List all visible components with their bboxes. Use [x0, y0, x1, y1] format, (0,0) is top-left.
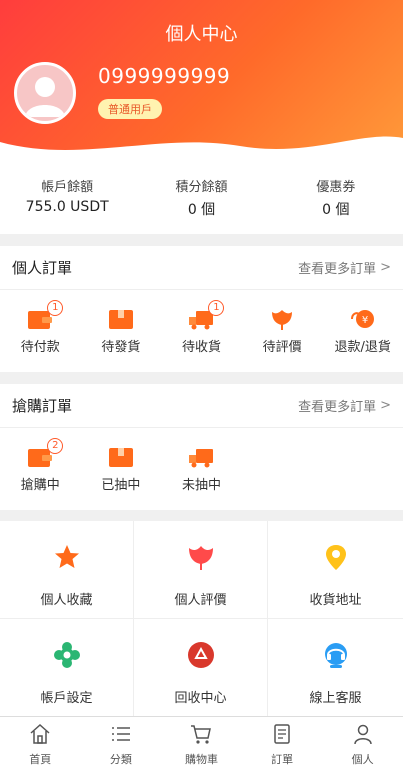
flower-icon	[188, 546, 213, 570]
orders-section: 個人訂單 查看更多訂單 > 1 待付款 待發貨 1 待收貨 待評價 ¥ 退款/退…	[0, 246, 403, 372]
rush-not-won[interactable]: 未抽中	[161, 428, 242, 510]
tab-home[interactable]: 首頁	[0, 717, 81, 771]
wallet-icon: 2	[27, 438, 64, 468]
order-pending-payment[interactable]: 1 待付款	[0, 290, 81, 372]
grid-address[interactable]: 收貨地址	[268, 521, 403, 619]
stat-value: 755.0 USDT	[25, 199, 109, 215]
view-more-orders-link[interactable]: 查看更多訂單 >	[298, 258, 391, 277]
recycle-icon	[187, 642, 214, 668]
chevron-right-icon: >	[380, 398, 391, 413]
wallet-icon: 1	[27, 300, 64, 330]
flower-icon	[269, 308, 295, 330]
stat-coupons[interactable]: 優惠券 0 個	[269, 162, 403, 234]
grid-reviews[interactable]: 個人評價	[134, 521, 268, 619]
grid-label: 帳戶設定	[40, 691, 93, 706]
count-badge: 1	[208, 300, 225, 316]
tab-orders[interactable]: 訂單	[242, 717, 323, 771]
tab-label: 首頁	[29, 753, 52, 766]
truck-icon: 1	[188, 300, 225, 330]
grid-label: 收貨地址	[309, 593, 362, 608]
headset-icon	[324, 643, 347, 668]
order-status-label: 待付款	[20, 340, 60, 355]
truck-icon	[188, 446, 214, 468]
grid-settings[interactable]: 帳戶設定	[0, 619, 134, 717]
view-more-label: 查看更多訂單	[298, 400, 377, 415]
grid-label: 回收中心	[174, 691, 227, 706]
home-icon	[30, 723, 50, 744]
cart-icon	[191, 725, 212, 744]
grid-recycle[interactable]: 回收中心	[134, 619, 268, 717]
order-icon	[274, 724, 290, 744]
tab-label: 訂單	[271, 753, 294, 766]
stat-value: 0 個	[187, 202, 216, 218]
location-pin-icon	[325, 545, 346, 570]
order-status-label: 待收貨	[181, 340, 221, 355]
avatar[interactable]	[14, 62, 76, 124]
order-status-label: 待評價	[262, 340, 302, 355]
stat-balance[interactable]: 帳戶餘額 755.0 USDT	[0, 162, 134, 234]
user-icon	[353, 724, 372, 745]
grid-label: 線上客服	[309, 691, 362, 706]
order-refund-return[interactable]: ¥ 退款/退貨	[322, 290, 403, 372]
stat-label: 積分餘額	[175, 180, 228, 195]
count-badge: 1	[47, 300, 64, 316]
refund-icon: ¥	[350, 308, 376, 330]
stat-points[interactable]: 積分餘額 0 個	[134, 162, 268, 234]
stat-label: 帳戶餘額	[41, 180, 94, 195]
grid-label: 個人收藏	[40, 593, 93, 608]
rush-won[interactable]: 已抽中	[81, 428, 162, 510]
function-grid: 個人收藏 個人評價 收貨地址 帳戶設定 回收中心 線上客服	[0, 521, 403, 717]
user-phone: 0999999999	[98, 64, 231, 88]
box-icon	[108, 446, 134, 468]
tab-label: 購物車	[184, 753, 218, 766]
header-wave	[0, 136, 403, 162]
order-pending-receipt[interactable]: 1 待收貨	[161, 290, 242, 372]
stat-label: 優惠券	[316, 180, 356, 195]
rush-status-label: 已抽中	[101, 478, 141, 493]
account-stats: 帳戶餘額 755.0 USDT 積分餘額 0 個 優惠券 0 個	[0, 162, 403, 234]
grid-favorites[interactable]: 個人收藏	[0, 521, 134, 619]
view-more-rush-orders-link[interactable]: 查看更多訂單 >	[298, 396, 391, 415]
stat-value: 0 個	[322, 202, 350, 218]
section-title: 搶購訂單	[12, 397, 73, 415]
tab-category[interactable]: 分類	[81, 717, 162, 771]
view-more-label: 查看更多訂單	[298, 262, 377, 277]
rush-orders-section: 搶購訂單 查看更多訂單 > 2 搶購中 已抽中 未抽中	[0, 384, 403, 510]
box-icon	[108, 308, 134, 330]
profile-header: 個人中心 0999999999 普通用戶	[0, 0, 403, 162]
count-badge: 2	[47, 438, 64, 454]
section-title: 個人訂單	[12, 259, 73, 277]
order-status-label: 退款/退貨	[334, 340, 391, 355]
gear-icon	[53, 642, 80, 668]
order-pending-review[interactable]: 待評價	[242, 290, 323, 372]
order-pending-shipment[interactable]: 待發貨	[81, 290, 162, 372]
member-level-badge: 普通用戶	[98, 99, 162, 119]
tab-profile[interactable]: 個人	[322, 717, 403, 771]
avatar-user-icon	[25, 77, 65, 117]
tab-label: 個人	[351, 753, 374, 766]
tab-label: 分類	[109, 753, 132, 766]
page-title: 個人中心	[165, 24, 238, 45]
bottom-tab-bar: 首頁 分類 購物車 訂單 個人	[0, 716, 403, 771]
svg-text:¥: ¥	[361, 315, 367, 326]
order-status-label: 待發貨	[101, 340, 141, 355]
star-icon	[54, 545, 79, 568]
list-icon	[111, 727, 130, 741]
chevron-right-icon: >	[380, 260, 391, 275]
rush-in-progress[interactable]: 2 搶購中	[0, 428, 81, 510]
grid-customer-service[interactable]: 線上客服	[268, 619, 403, 717]
tab-cart[interactable]: 購物車	[161, 717, 242, 771]
rush-status-label: 未抽中	[181, 478, 221, 493]
grid-label: 個人評價	[174, 593, 227, 608]
rush-status-label: 搶購中	[20, 478, 60, 493]
